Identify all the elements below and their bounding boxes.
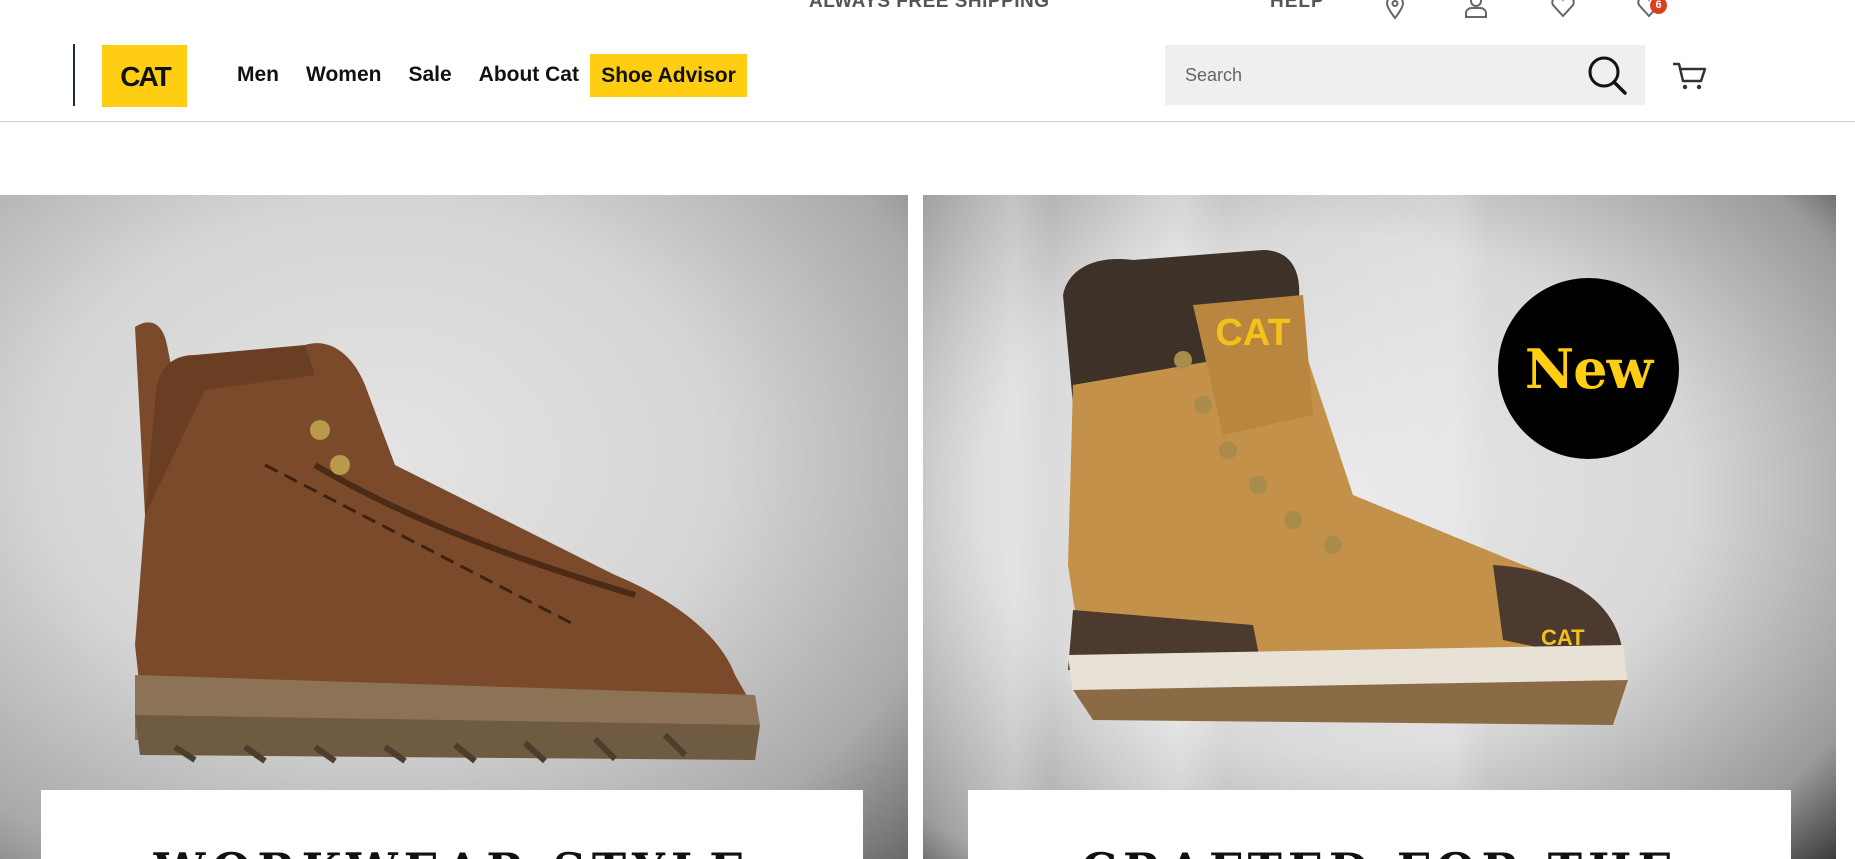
card-title: CRAFTED FOR THE	[968, 843, 1791, 859]
nav-item-about-cat[interactable]: About Cat	[479, 63, 579, 87]
new-badge: New	[1498, 278, 1679, 459]
search-bar	[1165, 45, 1645, 105]
card-title: WORKWEAR STYLE	[41, 843, 863, 859]
search-icon[interactable]	[1585, 53, 1629, 97]
brown-leather-boot-image	[135, 322, 760, 764]
user-account-icon[interactable]	[1463, 0, 1489, 20]
cat-logo-mark: CAT	[120, 61, 173, 92]
shoe-advisor-button[interactable]: Shoe Advisor	[590, 54, 747, 97]
help-link[interactable]: HELP	[1270, 0, 1325, 13]
search-input[interactable]	[1165, 45, 1565, 105]
wishlist-heart-icon[interactable]	[1550, 0, 1576, 20]
main-nav: Men Women Sale About Cat	[237, 51, 606, 99]
nav-item-women[interactable]: Women	[306, 63, 381, 87]
hero-card-new-boot[interactable]: CAT CAT New CRAFTED FOR THE	[923, 195, 1836, 859]
caption-box: WORKWEAR STYLE	[41, 790, 863, 859]
saved-count-badge: 6	[1650, 0, 1667, 14]
brand-divider	[73, 44, 75, 106]
free-shipping-promo[interactable]: ALWAYS FREE SHIPPING	[809, 0, 1050, 13]
caption-box: CRAFTED FOR THE	[968, 790, 1791, 859]
location-pin-icon[interactable]	[1382, 0, 1408, 20]
utility-bar: ALWAYS FREE SHIPPING HELP 6	[0, 0, 1855, 30]
hero-card-workwear[interactable]: WORKWEAR STYLE	[0, 195, 908, 859]
nav-item-sale[interactable]: Sale	[408, 63, 451, 87]
cart-icon[interactable]	[1672, 60, 1708, 92]
svg-text:CAT: CAT	[1215, 312, 1290, 354]
nav-item-men[interactable]: Men	[237, 63, 279, 87]
cat-logo[interactable]: CAT	[102, 45, 187, 107]
new-badge-text: New	[1524, 336, 1653, 401]
site-header: CAT Men Women Sale About Cat Shoe Adviso…	[0, 30, 1855, 122]
